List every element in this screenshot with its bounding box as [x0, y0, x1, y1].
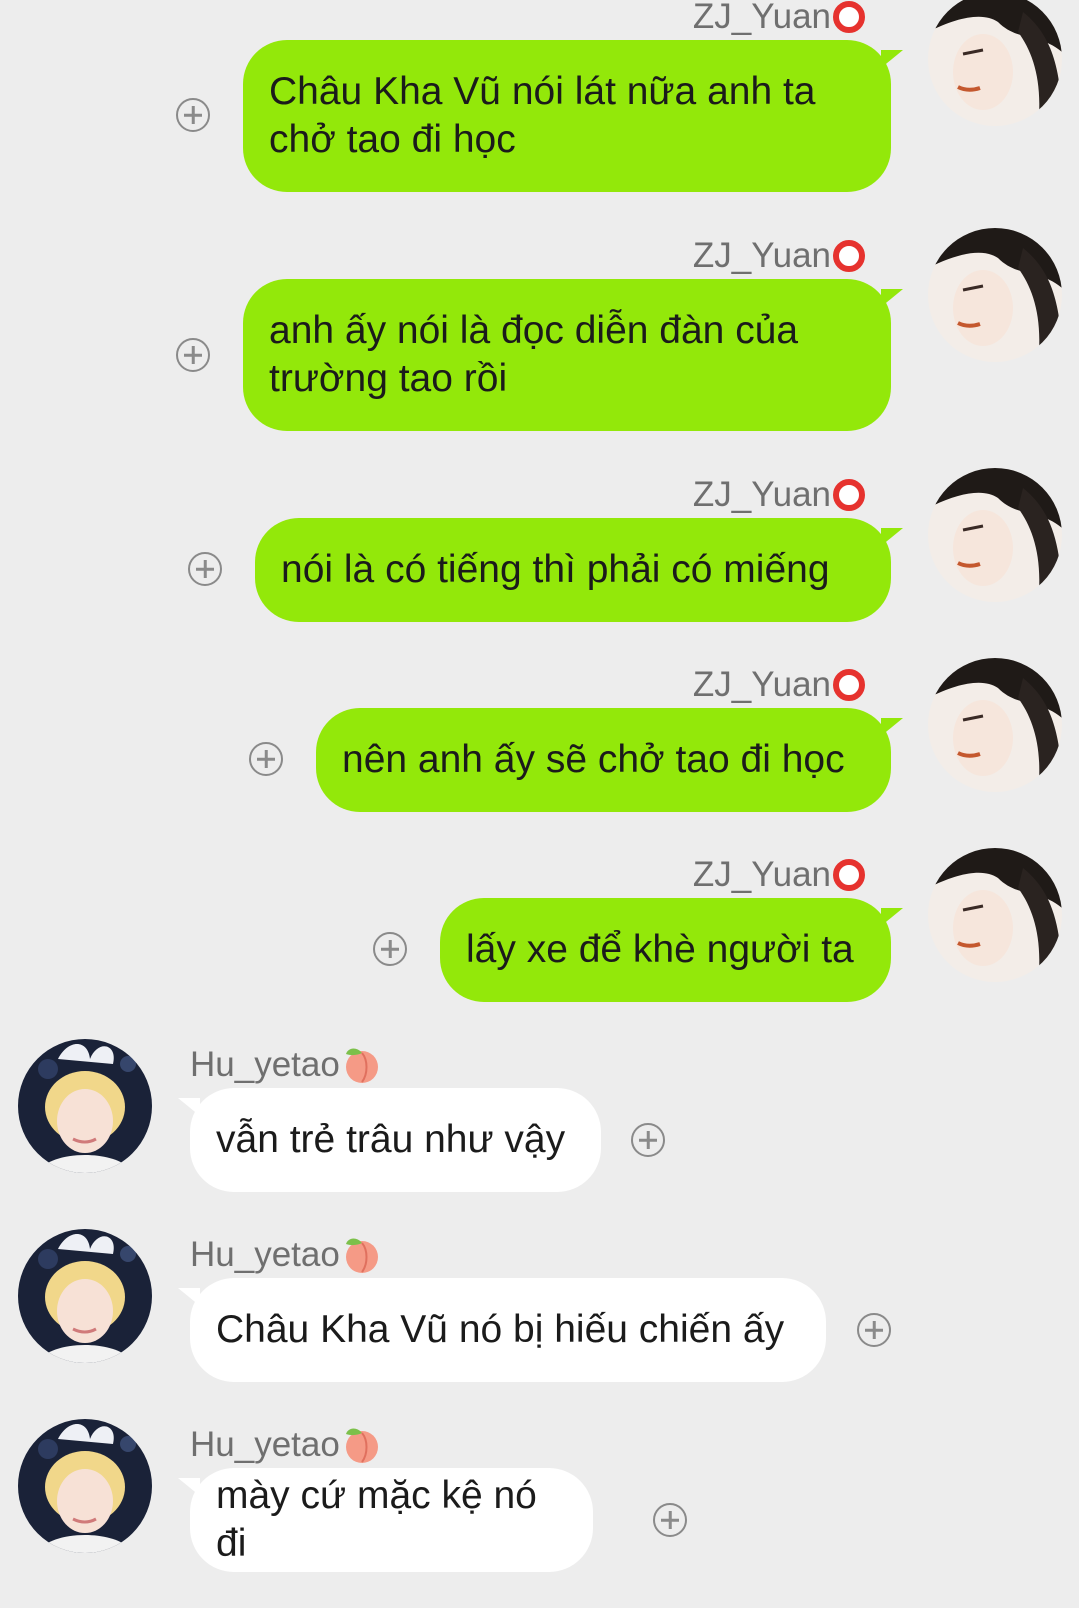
sender-name-text: Hu_yetao [190, 1045, 340, 1084]
message-bubble[interactable]: vẫn trẻ trâu như vậy [178, 1088, 601, 1192]
message-bubble[interactable]: mày cứ mặc kệ nó đi [178, 1468, 593, 1572]
sender-name-text: Hu_yetao [190, 1425, 340, 1464]
message-bubble[interactable]: anh ấy nói là đọc diễn đàn của trường ta… [243, 279, 903, 431]
message-text: anh ấy nói là đọc diễn đàn của trường ta… [269, 307, 798, 403]
ring-icon [833, 1, 865, 33]
avatar-zj-yuan[interactable] [928, 468, 1062, 602]
sender-name-text: ZJ_Yuan [692, 475, 831, 514]
sender-name-text: ZJ_Yuan [692, 236, 831, 275]
sender-name-text: ZJ_Yuan [692, 0, 831, 36]
add-reaction-button[interactable] [249, 742, 283, 776]
peach-icon [342, 1236, 382, 1274]
sender-name: ZJ_Yuan [693, 855, 865, 895]
ring-icon [833, 669, 865, 701]
message-text: lấy xe để khè người ta [466, 928, 854, 971]
message-bubble[interactable]: Châu Kha Vũ nó bị hiếu chiến ấy [178, 1278, 826, 1382]
avatar-zj-yuan[interactable] [928, 0, 1062, 126]
avatar-hu-yetao[interactable] [18, 1229, 152, 1363]
message-text: nói là có tiếng thì phải có miếng [281, 548, 830, 591]
message-text: vẫn trẻ trâu như vậy [216, 1118, 566, 1161]
chat-thread: ZJ_Yuan Châu Kha Vũ nói lát nữa anh ta c… [0, 0, 1079, 1608]
sender-name: ZJ_Yuan [693, 0, 865, 37]
sender-name: Hu_yetao [190, 1045, 382, 1085]
avatar-hu-yetao[interactable] [18, 1039, 152, 1173]
sender-name: Hu_yetao [190, 1425, 382, 1465]
sender-name: Hu_yetao [190, 1235, 382, 1275]
add-reaction-button[interactable] [176, 338, 210, 372]
ring-icon [833, 479, 865, 511]
add-reaction-button[interactable] [188, 552, 222, 586]
message-bubble[interactable]: Châu Kha Vũ nói lát nữa anh ta chở tao đ… [243, 40, 903, 192]
sender-name-text: Hu_yetao [190, 1235, 340, 1274]
ring-icon [833, 240, 865, 272]
add-reaction-button[interactable] [857, 1313, 891, 1347]
avatar-zj-yuan[interactable] [928, 658, 1062, 792]
message-bubble[interactable]: nói là có tiếng thì phải có miếng [255, 518, 903, 622]
avatar-hu-yetao[interactable] [18, 1419, 152, 1553]
sender-name: ZJ_Yuan [693, 236, 865, 276]
sender-name-text: ZJ_Yuan [692, 665, 831, 704]
message-line: Châu Kha Vũ nói lát nữa anh ta [269, 70, 816, 113]
message-bubble[interactable]: nên anh ấy sẽ chở tao đi học [316, 708, 903, 812]
message-line: chở tao đi học [269, 118, 516, 161]
ring-icon [833, 859, 865, 891]
add-reaction-button[interactable] [631, 1123, 665, 1157]
add-reaction-button[interactable] [653, 1503, 687, 1537]
sender-name: ZJ_Yuan [693, 475, 865, 515]
message-line: trường tao rồi [269, 357, 508, 400]
message-text: Châu Kha Vũ nói lát nữa anh ta chở tao đ… [269, 68, 816, 164]
message-text: nên anh ấy sẽ chở tao đi học [342, 738, 845, 781]
message-text: mày cứ mặc kệ nó đi [216, 1474, 537, 1565]
message-line: anh ấy nói là đọc diễn đàn của [269, 309, 799, 352]
sender-name-text: ZJ_Yuan [692, 855, 831, 894]
sender-name: ZJ_Yuan [693, 665, 865, 705]
peach-icon [342, 1046, 382, 1084]
avatar-zj-yuan[interactable] [928, 848, 1062, 982]
avatar-zj-yuan[interactable] [928, 228, 1062, 362]
message-bubble[interactable]: lấy xe để khè người ta [440, 898, 903, 1002]
add-reaction-button[interactable] [176, 98, 210, 132]
message-text: Châu Kha Vũ nó bị hiếu chiến ấy [216, 1308, 785, 1351]
peach-icon [342, 1426, 382, 1464]
add-reaction-button[interactable] [373, 932, 407, 966]
